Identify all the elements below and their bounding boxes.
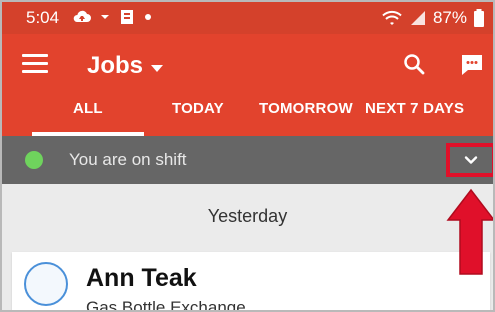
battery-percentage: 87% <box>432 8 467 27</box>
signal-icon <box>410 11 425 25</box>
shift-status-bar: You are on shift <box>2 136 493 184</box>
tab-today[interactable]: TODAY <box>172 100 224 117</box>
phone-screen: 5:04 87% Jobs ALL TODAY TOMORROW NEXT 7 … <box>0 0 495 312</box>
jobs-title-dropdown[interactable]: Jobs <box>87 52 164 80</box>
chevron-down-icon <box>101 15 109 19</box>
cloud-icon <box>73 10 91 22</box>
tab-all[interactable]: ALL <box>73 100 103 117</box>
caret-down-icon <box>151 64 164 72</box>
status-time: 5:04 <box>26 8 60 27</box>
wifi-icon <box>382 10 402 25</box>
status-notification-icons <box>72 8 152 26</box>
job-description: Gas Bottle Exchange <box>86 298 246 312</box>
shift-status-dot <box>25 151 43 169</box>
tab-next-7-days[interactable]: NEXT 7 DAYS <box>365 100 464 117</box>
up-arrow-annotation <box>446 188 493 275</box>
app-bar: Jobs ALL TODAY TOMORROW NEXT 7 DAYS <box>2 34 493 136</box>
tab-tomorrow[interactable]: TOMORROW <box>259 100 353 117</box>
shift-status-text: You are on shift <box>69 150 187 169</box>
clipboard-icon <box>121 10 133 24</box>
expand-shift-button[interactable] <box>446 143 493 177</box>
job-customer-name: Ann Teak <box>86 264 197 292</box>
status-system-icons: 87% <box>381 8 485 28</box>
jobs-list: Yesterday Ann Teak Gas Bottle Exchange <box>2 184 493 312</box>
chevron-down-icon <box>464 156 478 164</box>
list-item[interactable]: Ann Teak Gas Bottle Exchange <box>12 252 490 312</box>
section-header: Yesterday <box>207 206 288 226</box>
date-filter-tabs: ALL TODAY TOMORROW NEXT 7 DAYS <box>2 96 493 136</box>
menu-icon[interactable] <box>22 54 48 76</box>
battery-icon <box>474 9 484 27</box>
status-bar: 5:04 87% <box>2 2 493 34</box>
page-title: Jobs <box>87 52 144 79</box>
dot-icon <box>145 14 151 20</box>
search-icon[interactable] <box>402 52 426 76</box>
avatar <box>24 262 68 306</box>
chat-icon[interactable] <box>459 52 485 78</box>
